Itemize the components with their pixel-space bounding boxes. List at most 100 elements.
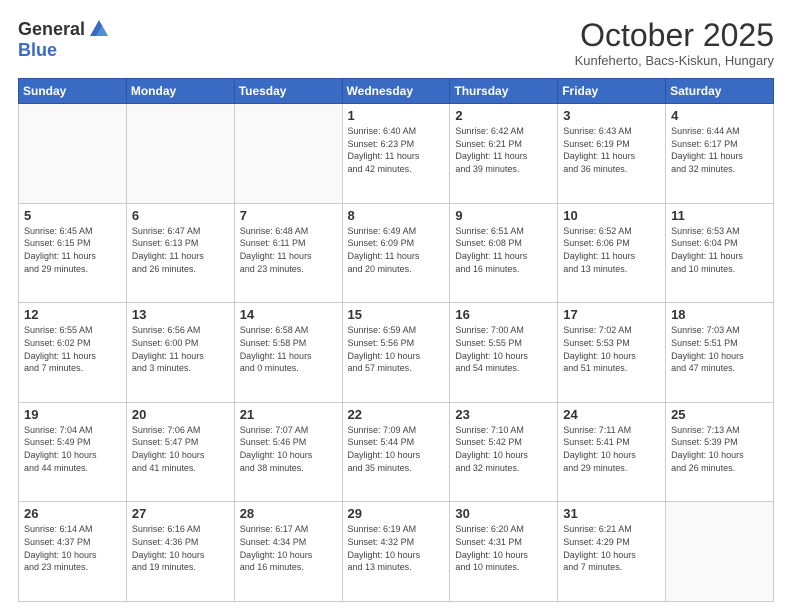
day-number: 9 [455,208,552,223]
calendar-cell [234,104,342,204]
calendar-cell: 26 Sunrise: 6:14 AMSunset: 4:37 PMDayligh… [19,502,127,602]
day-info: Sunrise: 7:06 AMSunset: 5:47 PMDaylight:… [132,424,229,474]
day-number: 1 [348,108,445,123]
logo: General Blue [18,18,110,61]
day-number: 23 [455,407,552,422]
calendar-cell: 23 Sunrise: 7:10 AMSunset: 5:42 PMDayligh… [450,402,558,502]
calendar-cell: 25Sunrise: 7:13 AMSunset: 5:39 PMDayligh… [666,402,774,502]
calendar-cell: 14 Sunrise: 6:58 AMSunset: 5:58 PMDayligh… [234,303,342,403]
day-number: 30 [455,506,552,521]
calendar-cell: 21 Sunrise: 7:07 AMSunset: 5:46 PMDayligh… [234,402,342,502]
day-info: Sunrise: 7:11 AMSunset: 5:41 PMDaylight:… [563,424,660,474]
page: General Blue October 2025 Kunfeherto, Ba… [0,0,792,612]
day-info: Sunrise: 6:59 AMSunset: 5:56 PMDaylight:… [348,324,445,374]
col-friday: Friday [558,79,666,104]
day-number: 21 [240,407,337,422]
header-right: October 2025 Kunfeherto, Bacs-Kiskun, Hu… [575,18,774,68]
day-number: 31 [563,506,660,521]
calendar-cell: 17 Sunrise: 7:02 AMSunset: 5:53 PMDayligh… [558,303,666,403]
day-info: Sunrise: 6:44 AMSunset: 6:17 PMDaylight:… [671,125,768,175]
calendar-cell: 22 Sunrise: 7:09 AMSunset: 5:44 PMDayligh… [342,402,450,502]
day-info: Sunrise: 6:53 AMSunset: 6:04 PMDaylight:… [671,225,768,275]
calendar-cell: 9Sunrise: 6:51 AMSunset: 6:08 PMDaylight… [450,203,558,303]
day-info: Sunrise: 7:00 AMSunset: 5:55 PMDaylight:… [455,324,552,374]
day-number: 3 [563,108,660,123]
header: General Blue October 2025 Kunfeherto, Ba… [18,18,774,68]
calendar-cell: 19 Sunrise: 7:04 AMSunset: 5:49 PMDayligh… [19,402,127,502]
calendar-cell: 16Sunrise: 7:00 AMSunset: 5:55 PMDayligh… [450,303,558,403]
day-number: 8 [348,208,445,223]
day-number: 13 [132,307,229,322]
day-info: Sunrise: 6:48 AMSunset: 6:11 PMDaylight:… [240,225,337,275]
logo-general-text: General [18,19,85,40]
location: Kunfeherto, Bacs-Kiskun, Hungary [575,53,774,68]
day-info: Sunrise: 7:03 AMSunset: 5:51 PMDaylight:… [671,324,768,374]
day-info: Sunrise: 6:58 AMSunset: 5:58 PMDaylight:… [240,324,337,374]
day-info: Sunrise: 6:49 AMSunset: 6:09 PMDaylight:… [348,225,445,275]
calendar-cell [666,502,774,602]
col-tuesday: Tuesday [234,79,342,104]
day-number: 20 [132,407,229,422]
calendar-week-2: 12 Sunrise: 6:55 AMSunset: 6:02 PMDayligh… [19,303,774,403]
col-wednesday: Wednesday [342,79,450,104]
day-info: Sunrise: 6:21 AMSunset: 4:29 PMDaylight:… [563,523,660,573]
logo-text: General [18,18,110,40]
day-info: Sunrise: 6:14 AMSunset: 4:37 PMDaylight:… [24,523,121,573]
day-info: Sunrise: 6:55 AMSunset: 6:02 PMDaylight:… [24,324,121,374]
day-number: 17 [563,307,660,322]
calendar-cell: 10 Sunrise: 6:52 AMSunset: 6:06 PMDayligh… [558,203,666,303]
calendar-cell: 18 Sunrise: 7:03 AMSunset: 5:51 PMDayligh… [666,303,774,403]
col-thursday: Thursday [450,79,558,104]
day-info: Sunrise: 6:56 AMSunset: 6:00 PMDaylight:… [132,324,229,374]
day-info: Sunrise: 6:43 AMSunset: 6:19 PMDaylight:… [563,125,660,175]
col-sunday: Sunday [19,79,127,104]
day-number: 18 [671,307,768,322]
day-info: Sunrise: 6:47 AMSunset: 6:13 PMDaylight:… [132,225,229,275]
calendar-cell: 5Sunrise: 6:45 AMSunset: 6:15 PMDaylight… [19,203,127,303]
calendar-cell: 13 Sunrise: 6:56 AMSunset: 6:00 PMDayligh… [126,303,234,403]
calendar-week-4: 26 Sunrise: 6:14 AMSunset: 4:37 PMDayligh… [19,502,774,602]
col-saturday: Saturday [666,79,774,104]
calendar-week-3: 19 Sunrise: 7:04 AMSunset: 5:49 PMDayligh… [19,402,774,502]
day-number: 14 [240,307,337,322]
day-number: 22 [348,407,445,422]
col-monday: Monday [126,79,234,104]
calendar-cell: 24Sunrise: 7:11 AMSunset: 5:41 PMDayligh… [558,402,666,502]
day-info: Sunrise: 6:17 AMSunset: 4:34 PMDaylight:… [240,523,337,573]
calendar-cell: 6 Sunrise: 6:47 AMSunset: 6:13 PMDaylight… [126,203,234,303]
calendar-cell: 11 Sunrise: 6:53 AMSunset: 6:04 PMDayligh… [666,203,774,303]
day-number: 26 [24,506,121,521]
day-info: Sunrise: 7:04 AMSunset: 5:49 PMDaylight:… [24,424,121,474]
day-info: Sunrise: 6:19 AMSunset: 4:32 PMDaylight:… [348,523,445,573]
day-number: 10 [563,208,660,223]
day-info: Sunrise: 7:09 AMSunset: 5:44 PMDaylight:… [348,424,445,474]
day-info: Sunrise: 7:07 AMSunset: 5:46 PMDaylight:… [240,424,337,474]
day-number: 29 [348,506,445,521]
logo-icon [88,18,110,40]
day-number: 19 [24,407,121,422]
calendar-header-row: Sunday Monday Tuesday Wednesday Thursday… [19,79,774,104]
day-number: 27 [132,506,229,521]
calendar-cell: 30Sunrise: 6:20 AMSunset: 4:31 PMDayligh… [450,502,558,602]
calendar-cell: 3 Sunrise: 6:43 AMSunset: 6:19 PMDaylight… [558,104,666,204]
month-title: October 2025 [575,18,774,53]
day-info: Sunrise: 7:10 AMSunset: 5:42 PMDaylight:… [455,424,552,474]
calendar-week-1: 5Sunrise: 6:45 AMSunset: 6:15 PMDaylight… [19,203,774,303]
day-number: 4 [671,108,768,123]
day-info: Sunrise: 6:45 AMSunset: 6:15 PMDaylight:… [24,225,121,275]
day-number: 2 [455,108,552,123]
day-number: 12 [24,307,121,322]
day-number: 6 [132,208,229,223]
calendar-cell: 2Sunrise: 6:42 AMSunset: 6:21 PMDaylight… [450,104,558,204]
day-number: 28 [240,506,337,521]
day-number: 11 [671,208,768,223]
day-info: Sunrise: 6:52 AMSunset: 6:06 PMDaylight:… [563,225,660,275]
calendar-cell: 15Sunrise: 6:59 AMSunset: 5:56 PMDayligh… [342,303,450,403]
calendar-cell [126,104,234,204]
calendar-cell: 1Sunrise: 6:40 AMSunset: 6:23 PMDaylight… [342,104,450,204]
day-info: Sunrise: 7:02 AMSunset: 5:53 PMDaylight:… [563,324,660,374]
calendar-cell: 29 Sunrise: 6:19 AMSunset: 4:32 PMDayligh… [342,502,450,602]
calendar-cell [19,104,127,204]
calendar-cell: 20 Sunrise: 7:06 AMSunset: 5:47 PMDayligh… [126,402,234,502]
calendar-cell: 27Sunrise: 6:16 AMSunset: 4:36 PMDayligh… [126,502,234,602]
